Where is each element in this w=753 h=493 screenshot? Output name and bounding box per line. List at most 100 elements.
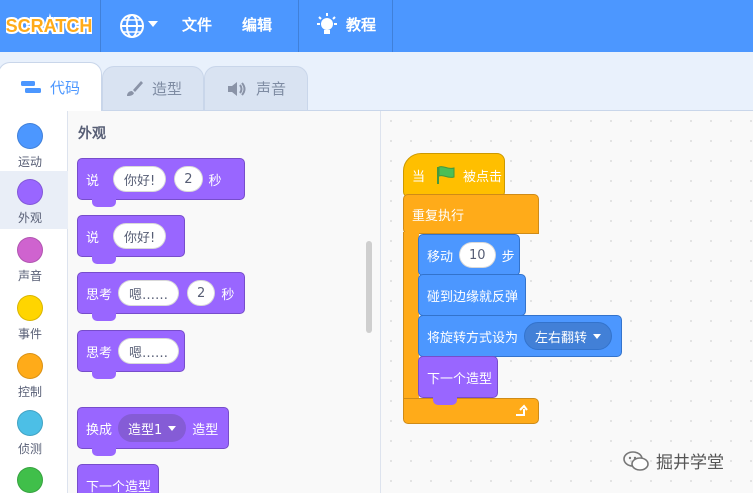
steps-input[interactable]: 10: [459, 242, 496, 268]
say-text-input[interactable]: 你好!: [113, 166, 167, 192]
rotation-style-value: 左右翻转: [535, 330, 588, 346]
brush-icon: [126, 80, 143, 96]
category-sound[interactable]: 声音: [0, 229, 68, 287]
switch-costume-block[interactable]: 换成 造型1 造型: [77, 407, 229, 456]
editor-tabs: 代码 造型 声音: [0, 52, 753, 111]
watermark: 掘井学堂: [622, 448, 724, 473]
block-unit: 秒: [208, 173, 222, 189]
block-label: 下一个造型: [86, 479, 152, 493]
category-control[interactable]: 控制: [0, 345, 68, 403]
tab-costumes[interactable]: 造型: [102, 66, 204, 110]
loop-arrow-icon: [516, 404, 528, 416]
category-motion-dot: [17, 123, 43, 149]
category-control-dot: [17, 353, 43, 379]
block-notch: [92, 199, 116, 207]
palette-scrollbar[interactable]: [366, 241, 372, 333]
category-sensing[interactable]: 侦测: [0, 402, 68, 460]
tab-code[interactable]: 代码: [0, 62, 102, 111]
forever-block-bottom: [403, 398, 539, 424]
svg-text:SCRATCH: SCRATCH: [6, 16, 92, 36]
category-sensing-dot: [17, 410, 43, 436]
hat-suffix: 被点击: [463, 169, 503, 185]
forever-label: 重复执行: [412, 208, 465, 224]
category-events[interactable]: 事件: [0, 287, 68, 345]
category-label: 外观: [17, 211, 42, 225]
secs-input[interactable]: 2: [187, 280, 216, 306]
block-verb: 思考: [86, 287, 113, 303]
block-label: 下一个造型: [427, 371, 493, 387]
set-rotation-style-block[interactable]: 将旋转方式设为 左右翻转: [418, 315, 622, 357]
block-label: 碰到边缘就反弹: [427, 289, 519, 305]
think-block[interactable]: 思考 嗯……: [77, 330, 185, 379]
block-label: 将旋转方式设为: [427, 330, 519, 346]
block-notch: [92, 448, 116, 456]
green-flag-icon: [437, 166, 455, 184]
hat-prefix: 当: [412, 169, 426, 185]
block-verb: 换成: [86, 422, 113, 438]
palette-section-title: 外观: [78, 126, 106, 142]
editor-main: 运动 外观 声音 事件 控制 侦测 外观 说 你好! 2 秒 说 你好! 思考 …: [0, 110, 753, 493]
menu-bar: SCRATCH 文件 编辑 教程: [0, 0, 753, 52]
say-for-secs-block[interactable]: 说 你好! 2 秒: [77, 158, 245, 207]
code-icon: [20, 81, 41, 93]
block-unit: 秒: [221, 287, 235, 303]
chevron-down-icon: [168, 425, 177, 431]
menu-divider: [100, 0, 101, 52]
block-suffix: 造型: [192, 422, 219, 438]
forever-block-top: 重复执行: [403, 194, 539, 234]
costume-dropdown[interactable]: 造型1: [118, 414, 187, 442]
watermark-text: 掘井学堂: [656, 453, 724, 473]
tab-sounds-label: 声音: [255, 80, 286, 98]
block-verb: 移动: [427, 249, 454, 265]
block-unit: 步: [501, 249, 515, 265]
category-operators-dot: [17, 467, 43, 493]
think-text-input[interactable]: 嗯……: [118, 280, 180, 306]
category-events-dot: [17, 295, 43, 321]
think-text-input[interactable]: 嗯……: [118, 338, 180, 364]
costume-dropdown-value: 造型1: [128, 422, 163, 438]
tab-costumes-label: 造型: [151, 80, 182, 98]
category-label: 侦测: [17, 442, 42, 456]
say-block[interactable]: 说 你好!: [77, 215, 185, 264]
menu-divider: [392, 0, 393, 52]
script-area[interactable]: 当 被点击 重复执行 移动 10 步 碰到边缘就反弹 将旋转方式设为 左右翻转 …: [381, 111, 753, 493]
move-steps-block[interactable]: 移动 10 步: [418, 234, 520, 276]
think-for-secs-block[interactable]: 思考 嗯…… 2 秒: [77, 272, 245, 321]
tab-code-label: 代码: [49, 78, 80, 97]
scratch-logo[interactable]: SCRATCH: [6, 8, 92, 42]
file-menu[interactable]: 文件: [182, 14, 212, 35]
category-operators[interactable]: [0, 459, 68, 493]
block-verb: 思考: [86, 345, 113, 361]
forever-block-arm: [403, 232, 419, 400]
edit-menu[interactable]: 编辑: [242, 14, 272, 35]
menu-divider: [298, 0, 299, 52]
secs-input[interactable]: 2: [174, 166, 203, 192]
lightbulb-icon[interactable]: [314, 12, 340, 40]
language-chevron-down-icon[interactable]: [148, 21, 158, 27]
chevron-down-icon: [593, 333, 602, 339]
block-notch: [92, 313, 116, 321]
globe-icon[interactable]: [118, 12, 146, 40]
wechat-icon: [623, 450, 649, 471]
next-costume-block[interactable]: 下一个造型: [77, 464, 159, 493]
next-costume-script-block[interactable]: 下一个造型: [418, 356, 498, 405]
category-motion[interactable]: 运动: [0, 115, 68, 173]
tutorials-menu[interactable]: 教程: [346, 14, 376, 35]
block-verb: 说: [86, 230, 100, 246]
category-label: 事件: [17, 327, 42, 341]
category-looks[interactable]: 外观: [0, 171, 68, 229]
speaker-icon: [227, 81, 246, 96]
bounce-on-edge-block[interactable]: 碰到边缘就反弹: [418, 274, 526, 316]
category-label: 运动: [17, 155, 42, 169]
block-notch: [92, 371, 116, 379]
block-notch: [92, 256, 116, 264]
tab-sounds[interactable]: 声音: [204, 66, 308, 110]
category-menu: 运动 外观 声音 事件 控制 侦测: [0, 111, 68, 493]
when-flag-clicked-block[interactable]: 当 被点击: [403, 153, 505, 197]
rotation-style-dropdown[interactable]: 左右翻转: [524, 322, 613, 350]
block-notch: [433, 397, 457, 405]
say-text-input[interactable]: 你好!: [113, 223, 167, 249]
block-verb: 说: [86, 173, 100, 189]
category-label: 控制: [17, 385, 42, 399]
block-palette: 外观 说 你好! 2 秒 说 你好! 思考 嗯…… 2 秒 思考 嗯…… 换成: [68, 111, 381, 493]
